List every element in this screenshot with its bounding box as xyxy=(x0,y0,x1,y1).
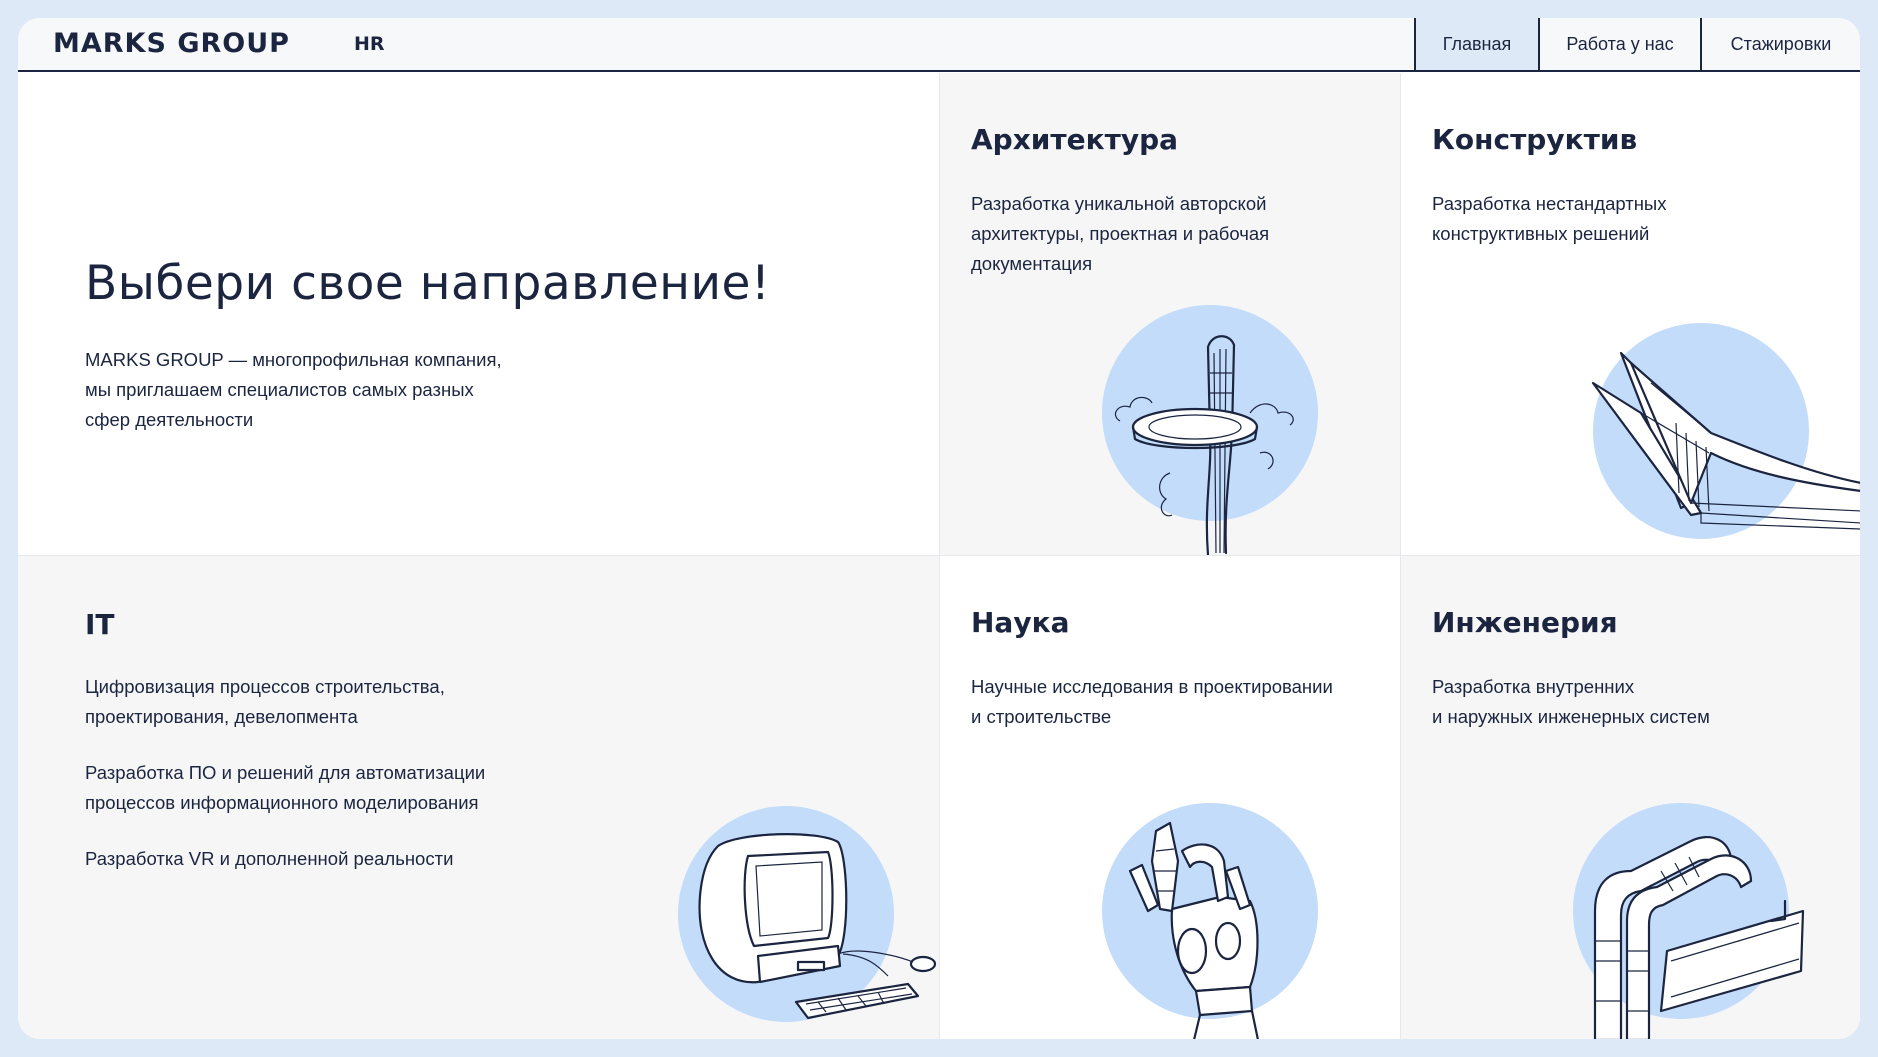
card-line: и строительстве xyxy=(971,706,1112,727)
structure-illustration-icon xyxy=(1591,323,1860,539)
card-konstruktiv[interactable]: Конструктив Разработка нестандартных кон… xyxy=(1400,73,1860,555)
card-description: Разработка нестандартных конструктивных … xyxy=(1432,189,1842,249)
card-architecture[interactable]: Архитектура Разработка уникальной авторс… xyxy=(939,73,1400,555)
card-title: Инженерия xyxy=(1432,606,1618,639)
card-line: проектирования, девелопмента xyxy=(85,706,358,727)
pipes-illustration-icon xyxy=(1573,803,1805,1039)
card-title: Архитектура xyxy=(971,123,1179,156)
card-line: процессов информационного моделирования xyxy=(85,792,479,813)
card-it[interactable]: IT Цифровизация процессов строительства,… xyxy=(18,555,939,1039)
card-title: Конструктив xyxy=(1432,123,1638,156)
card-line: Разработка внутренних xyxy=(1432,676,1635,697)
nav-item-home[interactable]: Главная xyxy=(1414,18,1538,70)
card-title: IT xyxy=(85,608,115,641)
card-line: Цифровизация процессов строительства, xyxy=(85,676,445,697)
card-line: Разработка VR и дополненной реальности xyxy=(85,848,454,869)
hero-line: сфер деятельности xyxy=(85,409,254,430)
card-line: Разработка ПО и решений для автоматизаци… xyxy=(85,762,486,783)
card-paragraph: Разработка VR и дополненной реальности xyxy=(85,844,645,874)
main-nav: Главная Работа у нас Стажировки xyxy=(1414,18,1860,70)
hero-description: MARKS GROUP — многопрофильная компания, … xyxy=(85,345,565,435)
tower-illustration-icon xyxy=(1102,305,1318,555)
hero-line: мы приглашаем специалистов самых разных xyxy=(85,379,474,400)
card-line: Разработка уникальной авторской xyxy=(971,193,1267,214)
card-line: Разработка нестандартных xyxy=(1432,193,1667,214)
card-line: и наружных инженерных систем xyxy=(1432,706,1710,727)
card-line: Научные исследования в проектировании xyxy=(971,676,1333,697)
card-description: Научные исследования в проектировании и … xyxy=(971,672,1381,732)
card-description: Разработка внутренних и наружных инженер… xyxy=(1432,672,1842,732)
hero-title: Выбери свое направление! xyxy=(85,256,771,311)
card-paragraph: Цифровизация процессов строительства, пр… xyxy=(85,672,645,732)
header: MARKS GROUP HR Главная Работа у нас Стаж… xyxy=(18,18,1860,72)
logo[interactable]: MARKS GROUP xyxy=(53,28,290,59)
card-paragraph: Разработка ПО и решений для автоматизаци… xyxy=(85,758,645,818)
card-nauka[interactable]: Наука Научные исследования в проектирова… xyxy=(939,555,1400,1039)
card-ingeneria[interactable]: Инженерия Разработка внутренних и наружн… xyxy=(1400,555,1860,1039)
card-line: конструктивных решений xyxy=(1432,223,1650,244)
robot-hand-icon xyxy=(1102,803,1318,1039)
computer-illustration-icon xyxy=(678,806,937,1022)
page-frame: MARKS GROUP HR Главная Работа у нас Стаж… xyxy=(18,18,1860,1039)
card-description: Разработка уникальной авторской архитект… xyxy=(971,189,1381,279)
nav-item-work[interactable]: Работа у нас xyxy=(1538,18,1700,70)
card-line: документация xyxy=(971,253,1093,274)
logo-hr-suffix: HR xyxy=(354,33,385,55)
card-line: архитектуры, проектная и рабочая xyxy=(971,223,1270,244)
hero-section: Выбери свое направление! MARKS GROUP — м… xyxy=(18,73,939,555)
hero-line: MARKS GROUP — многопрофильная компания, xyxy=(85,349,502,370)
nav-item-internships[interactable]: Стажировки xyxy=(1700,18,1860,70)
card-title: Наука xyxy=(971,606,1070,639)
